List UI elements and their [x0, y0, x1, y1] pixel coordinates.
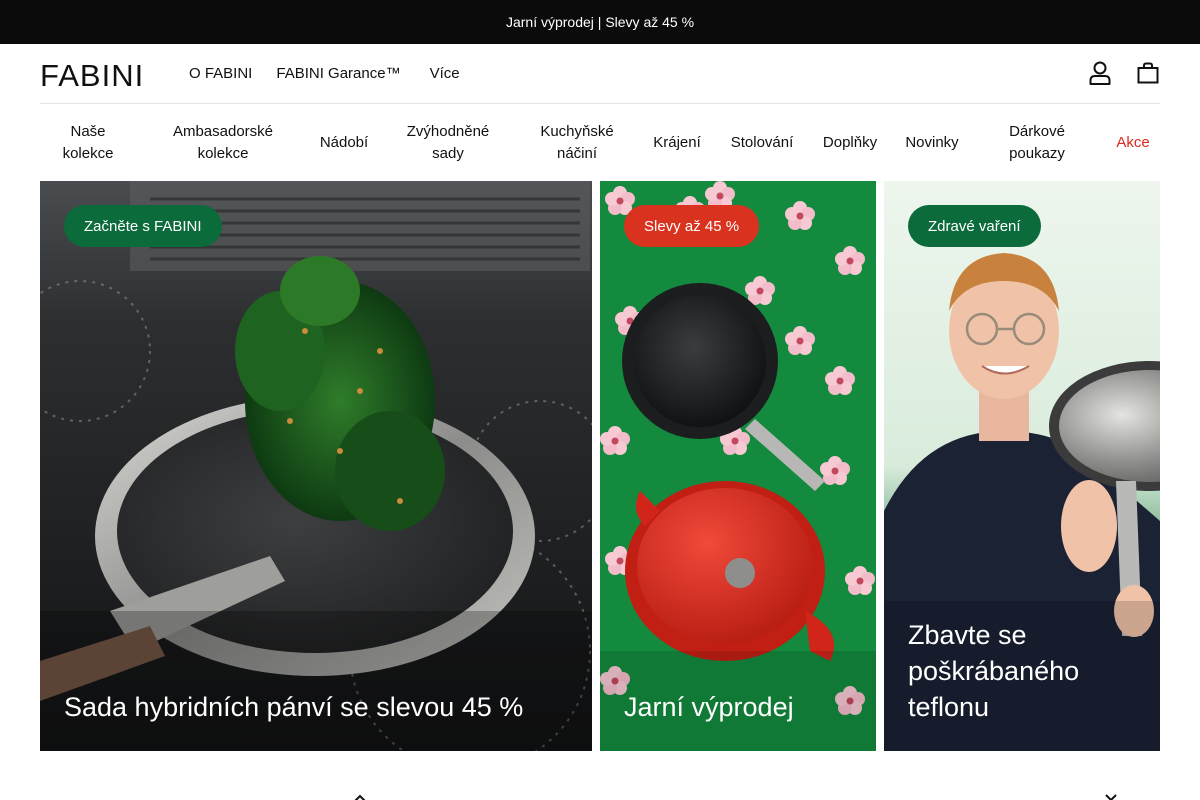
banner-title: Jarní výprodej: [624, 692, 794, 722]
category-nav: Naše kolekce Ambasadorské kolekce Nádobí…: [40, 104, 1160, 181]
banner-badge: Slevy až 45 %: [624, 205, 760, 247]
section-below-fold: [0, 790, 1200, 800]
link-vice[interactable]: Více: [430, 65, 460, 82]
category-doplnky[interactable]: Doplňky: [818, 104, 882, 181]
category-kuchynske-nacini[interactable]: Kuchyňské náčiní: [530, 104, 624, 181]
category-nase-kolekce[interactable]: Naše kolekce: [52, 104, 124, 181]
category-novinky[interactable]: Novinky: [900, 104, 964, 181]
hero-banners: Začněte s FABINI Sada hybridních pánví s…: [40, 181, 1160, 751]
promo-bar[interactable]: Jarní výprodej | Slevy až 45 %: [0, 0, 1200, 44]
category-krajeni[interactable]: Krájení: [648, 104, 706, 181]
promo-text[interactable]: Jarní výprodej | Slevy až 45 %: [506, 14, 694, 30]
category-zvyhodnene-sady[interactable]: Zvýhodněné sady: [400, 104, 496, 181]
spring-sale-image: [600, 181, 876, 751]
banner-title: Zbavte se poškrábaného teflonu: [908, 620, 1080, 722]
link-o-fabini[interactable]: O FABINI: [189, 65, 252, 82]
logo[interactable]: FABINI: [40, 58, 144, 94]
top-links: O FABINI FABINI Garance™ Více: [189, 65, 460, 82]
banner-spring-sale[interactable]: Slevy až 45 % Jarní výprodej: [600, 181, 876, 751]
category-stolovani[interactable]: Stolování: [724, 104, 800, 181]
link-fabini-garance[interactable]: FABINI Garance™: [276, 65, 400, 82]
banner-badge: Začněte s FABINI: [64, 205, 222, 247]
site-header: FABINI O FABINI FABINI Garance™ Více: [40, 44, 1160, 104]
category-nadobi[interactable]: Nádobí: [312, 104, 376, 181]
category-akce[interactable]: Akce: [1110, 104, 1156, 181]
category-ambasadorske-kolekce[interactable]: Ambasadorské kolekce: [162, 104, 284, 181]
user-icon[interactable]: [1088, 61, 1112, 85]
banner-title: Sada hybridních pánví se slevou 45 %: [64, 692, 524, 722]
banner-hybrid-pans[interactable]: Začněte s FABINI Sada hybridních pánví s…: [40, 181, 592, 751]
banner-healthy-cooking[interactable]: Zdravé vaření Zbavte se poškrábaného tef…: [884, 181, 1160, 751]
category-darkove-poukazy[interactable]: Dárkové poukazy: [1000, 104, 1074, 181]
header-icons: [1088, 61, 1160, 85]
cut-off-heading-accents: [354, 794, 1117, 800]
shopping-bag-icon[interactable]: [1136, 61, 1160, 85]
banner-badge: Zdravé vaření: [908, 205, 1041, 247]
hybrid-pan-image: [40, 181, 592, 751]
